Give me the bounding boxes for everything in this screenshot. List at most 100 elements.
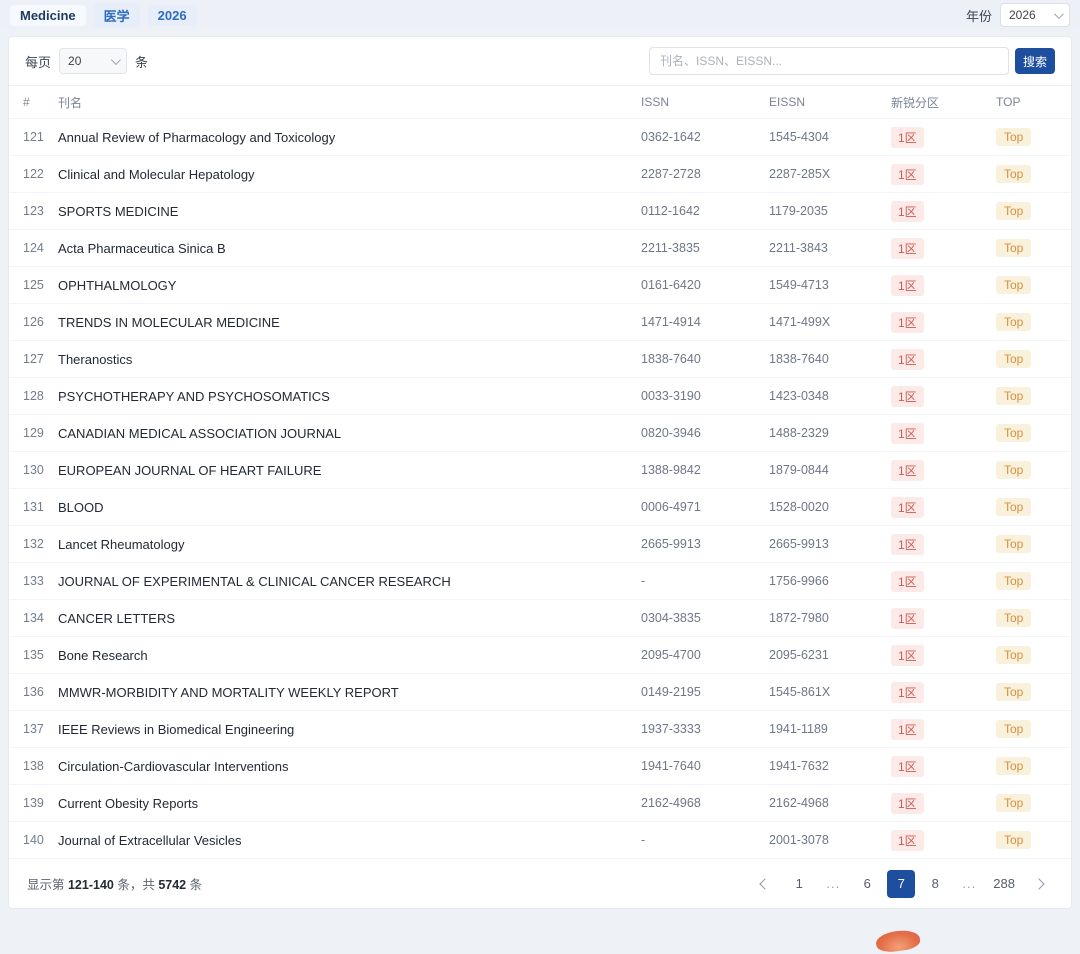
- table-row[interactable]: 137 IEEE Reviews in Biomedical Engineeri…: [9, 710, 1071, 747]
- tab-medicine-zh[interactable]: 医学: [94, 3, 140, 28]
- journal-issn: 0161-6420: [641, 278, 769, 292]
- table-row[interactable]: 130 EUROPEAN JOURNAL OF HEART FAILURE 13…: [9, 451, 1071, 488]
- table-row[interactable]: 132 Lancet Rheumatology 2665-9913 2665-9…: [9, 525, 1071, 562]
- journal-name: Current Obesity Reports: [58, 796, 641, 811]
- per-page-unit-label: 条: [135, 52, 148, 71]
- table-row[interactable]: 125 OPHTHALMOLOGY 0161-6420 1549-4713 1区…: [9, 266, 1071, 303]
- zone-badge: 1区: [891, 349, 924, 370]
- zone-badge: 1区: [891, 793, 924, 814]
- zone-badge: 1区: [891, 312, 924, 333]
- table-header: # 刊名 ISSN EISSN 新锐分区 TOP: [9, 86, 1071, 118]
- pagination-next-button[interactable]: [1025, 870, 1053, 898]
- journal-issn: 0362-1642: [641, 130, 769, 144]
- table-row[interactable]: 124 Acta Pharmaceutica Sinica B 2211-383…: [9, 229, 1071, 266]
- zone-badge: 1区: [891, 238, 924, 259]
- zone-badge: 1区: [891, 534, 924, 555]
- table-row[interactable]: 138 Circulation-Cardiovascular Intervent…: [9, 747, 1071, 784]
- pagination-ellipsis[interactable]: ...: [819, 870, 847, 898]
- journal-eissn: 1549-4713: [769, 278, 891, 292]
- journal-eissn: 1488-2329: [769, 426, 891, 440]
- journal-issn: 1838-7640: [641, 352, 769, 366]
- pagination-pages: 1...678...288: [785, 870, 1019, 898]
- journal-issn: 0033-3190: [641, 389, 769, 403]
- row-index: 132: [23, 537, 58, 551]
- row-index: 127: [23, 352, 58, 366]
- zone-badge: 1区: [891, 756, 924, 777]
- journal-issn: 0006-4971: [641, 500, 769, 514]
- pagination-page[interactable]: 1: [785, 870, 813, 898]
- chevron-left-icon: [760, 878, 771, 889]
- top-badge: Top: [996, 128, 1031, 146]
- per-page-value: 20: [68, 54, 81, 68]
- year-filter: 年份 2026: [966, 3, 1070, 27]
- table-row[interactable]: 123 SPORTS MEDICINE 0112-1642 1179-2035 …: [9, 192, 1071, 229]
- table-row[interactable]: 127 Theranostics 1838-7640 1838-7640 1区 …: [9, 340, 1071, 377]
- row-index: 136: [23, 685, 58, 699]
- pagination-prev-button[interactable]: [751, 870, 779, 898]
- journal-name: Acta Pharmaceutica Sinica B: [58, 241, 641, 256]
- column-header-index: #: [23, 95, 58, 109]
- journal-name: Circulation-Cardiovascular Interventions: [58, 759, 641, 774]
- row-index: 134: [23, 611, 58, 625]
- journal-issn: 1937-3333: [641, 722, 769, 736]
- journal-name: SPORTS MEDICINE: [58, 204, 641, 219]
- row-index: 125: [23, 278, 58, 292]
- journal-name: IEEE Reviews in Biomedical Engineering: [58, 722, 641, 737]
- mascot-icon[interactable]: [875, 928, 921, 953]
- journal-issn: 2287-2728: [641, 167, 769, 181]
- journal-name: Theranostics: [58, 352, 641, 367]
- top-badge: Top: [996, 535, 1031, 553]
- table-controls: 每页 20 条 搜索: [9, 37, 1071, 85]
- table-row[interactable]: 136 MMWR-MORBIDITY AND MORTALITY WEEKLY …: [9, 673, 1071, 710]
- per-page-select[interactable]: 20: [59, 48, 127, 74]
- zone-badge: 1区: [891, 830, 924, 851]
- journal-issn: 2665-9913: [641, 537, 769, 551]
- journal-eissn: 1756-9966: [769, 574, 891, 588]
- table-row[interactable]: 135 Bone Research 2095-4700 2095-6231 1区…: [9, 636, 1071, 673]
- journal-eissn: 1545-4304: [769, 130, 891, 144]
- pagination-page[interactable]: 7: [887, 870, 915, 898]
- year-select[interactable]: 2026: [1000, 3, 1070, 27]
- table-row[interactable]: 131 BLOOD 0006-4971 1528-0020 1区 Top: [9, 488, 1071, 525]
- chevron-down-icon: [111, 55, 121, 65]
- pagination-page[interactable]: 8: [921, 870, 949, 898]
- journal-eissn: 1179-2035: [769, 204, 891, 218]
- column-header-zone: 新锐分区: [891, 94, 996, 111]
- table-row[interactable]: 122 Clinical and Molecular Hepatology 22…: [9, 155, 1071, 192]
- pagination-page[interactable]: 6: [853, 870, 881, 898]
- search-input[interactable]: [649, 47, 1009, 75]
- row-index: 135: [23, 648, 58, 662]
- table-row[interactable]: 126 TRENDS IN MOLECULAR MEDICINE 1471-49…: [9, 303, 1071, 340]
- pagination-ellipsis[interactable]: ...: [955, 870, 983, 898]
- tab-medicine[interactable]: Medicine: [10, 5, 86, 26]
- chevron-down-icon: [1054, 9, 1064, 19]
- table-row[interactable]: 121 Annual Review of Pharmacology and To…: [9, 118, 1071, 155]
- table-row[interactable]: 128 PSYCHOTHERAPY AND PSYCHOSOMATICS 003…: [9, 377, 1071, 414]
- row-index: 138: [23, 759, 58, 773]
- pagination-page[interactable]: 288: [989, 870, 1019, 898]
- tab-year[interactable]: 2026: [148, 5, 197, 26]
- top-badge: Top: [996, 350, 1031, 368]
- journal-eissn: 1545-861X: [769, 685, 891, 699]
- top-badge: Top: [996, 424, 1031, 442]
- top-badge: Top: [996, 609, 1031, 627]
- journal-eissn: 2665-9913: [769, 537, 891, 551]
- row-index: 128: [23, 389, 58, 403]
- journal-eissn: 1879-0844: [769, 463, 891, 477]
- table-row[interactable]: 129 CANADIAN MEDICAL ASSOCIATION JOURNAL…: [9, 414, 1071, 451]
- column-header-eissn: EISSN: [769, 95, 891, 109]
- table-row[interactable]: 139 Current Obesity Reports 2162-4968 21…: [9, 784, 1071, 821]
- summary-range: 121-140: [68, 878, 114, 892]
- table-row[interactable]: 140 Journal of Extracellular Vesicles - …: [9, 821, 1071, 858]
- journal-eissn: 2095-6231: [769, 648, 891, 662]
- table-row[interactable]: 133 JOURNAL OF EXPERIMENTAL & CLINICAL C…: [9, 562, 1071, 599]
- journal-name: CANADIAN MEDICAL ASSOCIATION JOURNAL: [58, 426, 641, 441]
- search-zone: 搜索: [649, 47, 1055, 75]
- column-header-name: 刊名: [58, 94, 641, 111]
- row-index: 140: [23, 833, 58, 847]
- table-row[interactable]: 134 CANCER LETTERS 0304-3835 1872-7980 1…: [9, 599, 1071, 636]
- search-button[interactable]: 搜索: [1015, 48, 1055, 74]
- journal-name: MMWR-MORBIDITY AND MORTALITY WEEKLY REPO…: [58, 685, 641, 700]
- year-select-value: 2026: [1009, 8, 1036, 22]
- journal-name: JOURNAL OF EXPERIMENTAL & CLINICAL CANCE…: [58, 574, 641, 589]
